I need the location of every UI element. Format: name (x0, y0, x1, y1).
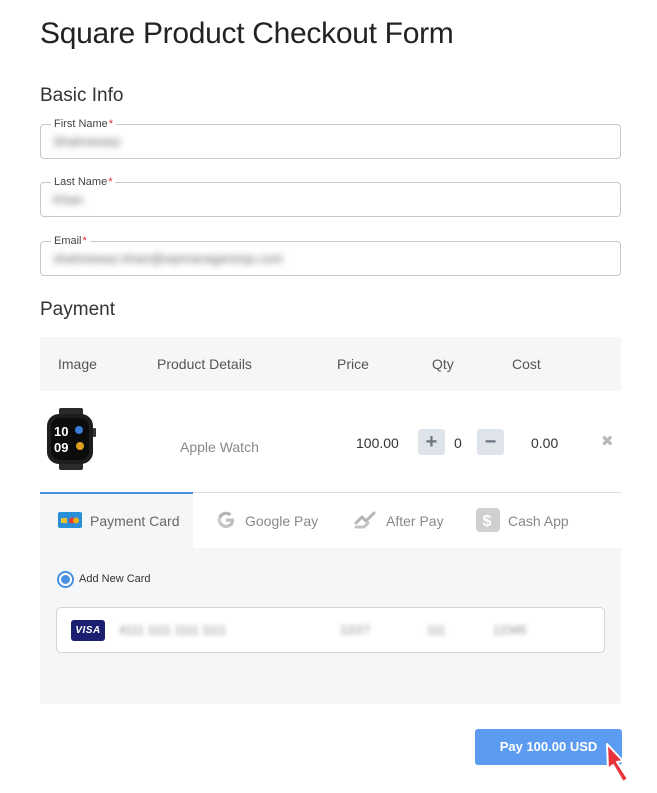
tab-payment-card-label: Payment Card (90, 513, 180, 529)
card-icon (58, 511, 82, 531)
product-cost: 0.00 (531, 435, 559, 451)
add-new-card-radio[interactable] (57, 571, 74, 588)
plus-icon: + (425, 431, 438, 453)
product-price: 100.00 (356, 435, 399, 451)
product-row: 10 09 Apple Watch 100.00 + 0 − 0.00 ✖ (40, 392, 621, 492)
afterpay-icon (352, 509, 378, 534)
remove-item-icon[interactable]: ✖ (601, 432, 614, 450)
first-name-field[interactable]: First Name* Shahnewaz (40, 117, 621, 159)
email-label: Email* (51, 234, 90, 248)
svg-text:$: $ (483, 513, 492, 530)
required-marker: * (108, 118, 114, 130)
tab-after-pay-label: After Pay (386, 513, 444, 529)
tab-payment-card[interactable]: Payment Card (40, 492, 193, 548)
header-product-details: Product Details (157, 356, 252, 372)
page-title: Square Product Checkout Form (40, 17, 454, 50)
pointer-cursor-icon (606, 743, 629, 783)
qty-increment-button[interactable]: + (418, 429, 445, 455)
cashapp-icon: $ (476, 507, 500, 535)
card-number-input[interactable]: 4111 1111 1111 1111 (119, 623, 226, 637)
card-input-box[interactable]: VISA 4111 1111 1111 1111 12/27 111 12345 (56, 607, 605, 653)
email-value[interactable]: shahnewaz.khan@wpmanageninja.com (53, 251, 283, 266)
basic-info-heading: Basic Info (40, 85, 124, 106)
payment-heading: Payment (40, 299, 115, 320)
last-name-label: Last Name* (51, 175, 116, 189)
last-name-field[interactable]: Last Name* Khan (40, 175, 621, 217)
pay-button[interactable]: Pay 100.00 USD (475, 729, 622, 765)
required-marker: * (108, 176, 113, 188)
product-name: Apple Watch (180, 439, 259, 455)
card-cvv-input[interactable]: 111 (427, 623, 445, 637)
tab-cash-app[interactable]: $ Cash App (476, 493, 569, 549)
required-marker: * (82, 235, 87, 247)
svg-text:09: 09 (54, 440, 68, 455)
qty-decrement-button[interactable]: − (477, 429, 504, 455)
first-name-value[interactable]: Shahnewaz (53, 134, 121, 149)
first-name-label: First Name* (51, 117, 117, 131)
payment-card-panel: Add New Card VISA 4111 1111 1111 1111 12… (40, 548, 621, 704)
qty-value: 0 (454, 435, 462, 451)
email-field[interactable]: Email* shahnewaz.khan@wpmanageninja.com (40, 234, 621, 276)
svg-text:10: 10 (54, 424, 68, 439)
google-icon (215, 509, 237, 534)
add-new-card-label[interactable]: Add New Card (79, 573, 151, 585)
card-zip-input[interactable]: 12345 (493, 623, 526, 637)
visa-icon: VISA (71, 620, 105, 641)
product-table-header: Image Product Details Price Qty Cost (40, 337, 621, 391)
tab-after-pay[interactable]: After Pay (352, 493, 444, 549)
apple-watch-image: 10 09 (47, 408, 96, 470)
card-expiry-input[interactable]: 12/27 (340, 623, 370, 637)
header-cost: Cost (512, 356, 541, 372)
header-image: Image (58, 356, 97, 372)
tab-google-pay[interactable]: Google Pay (215, 493, 318, 549)
tab-cash-app-label: Cash App (508, 513, 569, 529)
payment-method-tabs: Payment Card Google Pay After Pay $ Cash… (40, 492, 621, 548)
tab-google-pay-label: Google Pay (245, 513, 319, 529)
minus-icon: − (484, 431, 497, 453)
header-price: Price (337, 356, 369, 372)
last-name-value[interactable]: Khan (53, 192, 83, 207)
header-qty: Qty (432, 356, 454, 372)
